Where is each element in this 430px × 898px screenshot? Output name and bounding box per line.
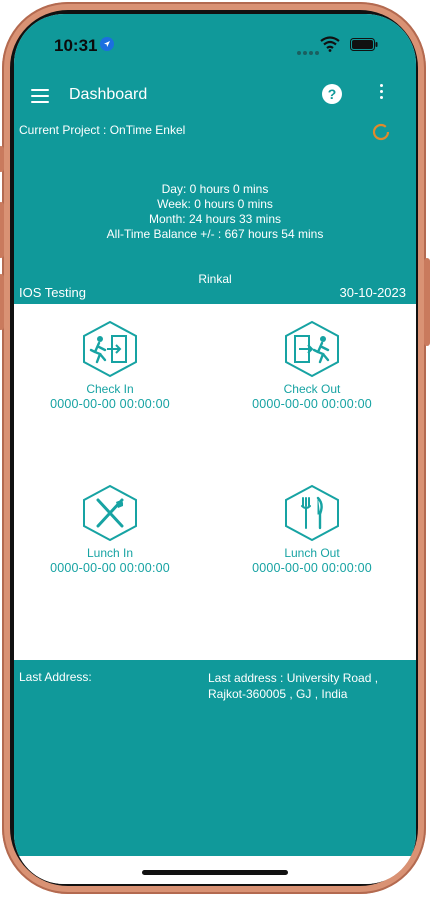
check-in-icon — [83, 320, 137, 378]
lunch-out-tile[interactable]: Lunch Out 0000-00-00 00:00:00 — [222, 484, 402, 576]
page-title: Dashboard — [69, 86, 148, 103]
time-stats: Day: 0 hours 0 mins Week: 0 hours 0 mins… — [14, 182, 416, 242]
week-stat: Week: 0 hours 0 mins — [157, 197, 273, 211]
summary-panel: Current Project : OnTime Enkel Day: 0 ho… — [14, 118, 416, 304]
check-out-timestamp: 0000-00-00 00:00:00 — [252, 397, 372, 411]
current-project: Current Project : OnTime Enkel — [19, 123, 186, 137]
more-options-icon[interactable] — [378, 84, 384, 102]
last-address-value: Last address : University Road , Rajkot-… — [208, 671, 379, 701]
current-date: 30-10-2023 — [339, 285, 407, 300]
check-out-label: Check Out — [283, 382, 341, 396]
battery-icon — [350, 38, 378, 51]
screen: 10:31 Dashboard ? Current Project : OnTi… — [14, 14, 416, 884]
check-in-timestamp: 0000-00-00 00:00:00 — [50, 397, 170, 411]
last-address-label: Last Address: — [19, 670, 92, 684]
lunch-in-icon — [83, 484, 137, 542]
power-button — [424, 258, 430, 346]
volume-up-button — [0, 202, 4, 258]
lunch-in-label: Lunch In — [86, 546, 134, 560]
month-stat: Month: 24 hours 33 mins — [148, 212, 282, 226]
lunch-out-label: Lunch Out — [284, 546, 340, 560]
balance-stat: All-Time Balance +/- : 667 hours 54 mins — [106, 227, 324, 241]
home-indicator[interactable] — [142, 870, 288, 875]
signal-dots-icon — [297, 42, 321, 60]
location-arrow-icon — [100, 37, 114, 51]
volume-down-button — [0, 274, 4, 330]
address-panel: Last Address: Last address : University … — [14, 660, 416, 856]
check-in-tile[interactable]: Check In 0000-00-00 00:00:00 — [20, 320, 200, 412]
team-name: IOS Testing — [19, 285, 86, 300]
day-stat: Day: 0 hours 0 mins — [161, 182, 269, 196]
lunch-out-timestamp: 0000-00-00 00:00:00 — [252, 561, 372, 575]
hamburger-menu-icon[interactable] — [31, 89, 49, 103]
home-indicator-area — [14, 856, 416, 884]
status-bar: 10:31 — [14, 14, 416, 72]
action-grid: Check In 0000-00-00 00:00:00 Check Out 0… — [14, 304, 416, 660]
lunch-out-icon — [285, 484, 339, 542]
help-icon[interactable]: ? — [322, 84, 342, 104]
refresh-icon[interactable] — [372, 123, 390, 141]
lunch-in-timestamp: 0000-00-00 00:00:00 — [50, 561, 170, 575]
app-bar: Dashboard ? — [14, 72, 416, 118]
mute-switch — [0, 146, 4, 172]
wifi-icon — [320, 36, 340, 52]
check-in-label: Check In — [86, 382, 134, 396]
check-out-icon — [285, 320, 339, 378]
lunch-in-tile[interactable]: Lunch In 0000-00-00 00:00:00 — [20, 484, 200, 576]
user-name: Rinkal — [198, 272, 232, 286]
check-out-tile[interactable]: Check Out 0000-00-00 00:00:00 — [222, 320, 402, 412]
status-time: 10:31 — [54, 36, 98, 55]
